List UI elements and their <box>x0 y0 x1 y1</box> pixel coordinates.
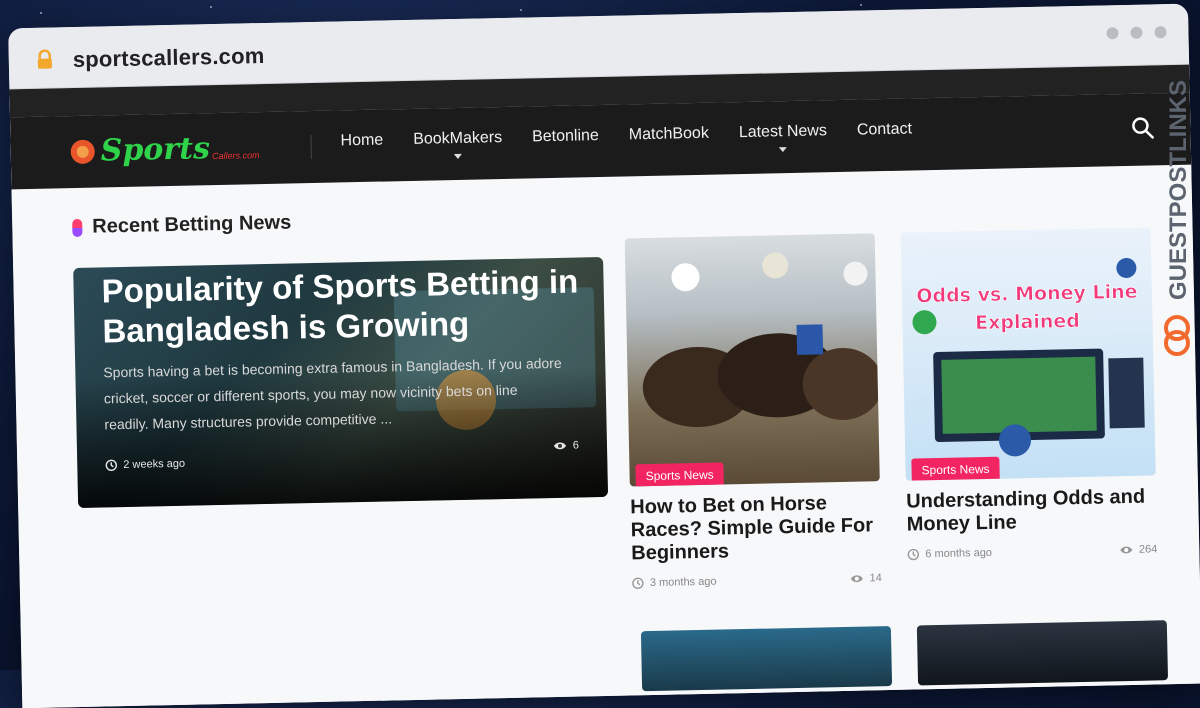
nav-menu: Home BookMakers Betonline MatchBook Late… <box>340 120 913 160</box>
window-dot[interactable] <box>1154 26 1167 39</box>
eye-icon <box>850 575 863 583</box>
article-title[interactable]: How to Bet on Horse Races? Simple Guide … <box>630 491 881 565</box>
odds-illustration: Odds vs. Money Line Explained <box>912 257 1145 457</box>
featured-article-views: 6 <box>553 439 579 452</box>
logo-subtext: Callers.com <box>211 149 260 161</box>
window-dot[interactable] <box>1130 26 1143 39</box>
clock-icon <box>632 577 644 589</box>
star <box>40 12 42 14</box>
caret-down-icon <box>779 147 788 153</box>
article-card[interactable]: Sports News How to Bet on Horse Races? S… <box>624 233 882 589</box>
horse-racing-illustration <box>642 252 880 427</box>
image-headline: Odds vs. Money Line <box>916 281 1138 308</box>
featured-article-title[interactable]: Popularity of Sports Betting in Banglade… <box>101 261 583 351</box>
eye-icon <box>1119 546 1132 554</box>
featured-article[interactable]: Popularity of Sports Betting in Banglade… <box>73 256 609 508</box>
section-title: Recent Betting News <box>92 211 292 238</box>
caret-down-icon <box>454 153 463 160</box>
watermark-text: GUESTPOSTLINKS <box>1165 80 1192 300</box>
nav-item-label: Latest News <box>738 122 828 142</box>
browser-window: sportscallers.com Sports Callers.com Hom… <box>8 3 1200 708</box>
section-bullet-icon <box>72 218 83 237</box>
logo-text: Sports <box>100 131 211 169</box>
featured-article-excerpt: Sports having a bet is becoming extra fa… <box>103 354 562 433</box>
watermark-logo: GUESTPOSTLINKS <box>1164 80 1192 356</box>
image-headline: Explained <box>975 310 1080 334</box>
nav-item-label: BookMakers <box>413 129 503 148</box>
nav-item-contact[interactable]: Contact <box>857 120 913 139</box>
nav-item-bookmakers[interactable]: BookMakers <box>413 129 503 160</box>
website: Sports Callers.com Home BookMakers Beton… <box>9 64 1200 708</box>
window-controls <box>1106 26 1167 40</box>
views-count: 14 <box>869 572 882 585</box>
article-image[interactable]: Sports News <box>624 233 880 487</box>
time-text: 2 weeks ago <box>123 457 186 472</box>
time-text: 6 months ago <box>925 546 993 561</box>
lock-icon <box>37 49 52 69</box>
nav-divider <box>310 135 312 160</box>
article-card[interactable]: Odds vs. Money Line Explained Sports New… <box>900 227 1157 560</box>
views-count: 6 <box>572 439 580 452</box>
article-views: 14 <box>849 572 882 585</box>
eye-icon <box>553 442 566 450</box>
views-count: 264 <box>1138 543 1158 556</box>
nav-item-betonline[interactable]: Betonline <box>532 127 599 146</box>
article-image[interactable]: Odds vs. Money Line Explained Sports New… <box>900 227 1156 481</box>
star <box>860 4 862 6</box>
window-dot[interactable] <box>1106 27 1119 40</box>
search-icon[interactable] <box>1130 115 1154 139</box>
article-thumbnail[interactable] <box>916 620 1169 686</box>
section-heading: Recent Betting News <box>72 211 291 239</box>
address-bar-url[interactable]: sportscallers.com <box>73 43 265 73</box>
category-badge[interactable]: Sports News <box>635 462 724 487</box>
nav-item-matchbook[interactable]: MatchBook <box>629 125 709 145</box>
star <box>520 9 522 11</box>
star <box>210 6 212 8</box>
nav-item-home[interactable]: Home <box>340 132 383 151</box>
category-badge[interactable]: Sports News <box>911 456 1000 481</box>
featured-article-time: 2 weeks ago <box>105 458 185 472</box>
article-meta: 6 months ago 264 <box>907 543 1157 560</box>
article-thumbnail[interactable] <box>640 626 893 692</box>
article-title[interactable]: Understanding Odds and Money Line <box>906 485 1157 536</box>
time-text: 3 months ago <box>649 575 717 590</box>
site-logo[interactable]: Sports Callers.com <box>70 130 260 169</box>
article-time: 6 months ago <box>907 547 992 561</box>
nav-item-latest-news[interactable]: Latest News <box>738 122 828 153</box>
clock-icon <box>907 548 920 561</box>
article-meta: 3 months ago 14 <box>632 572 882 589</box>
clock-icon <box>105 459 118 471</box>
ball-icon <box>70 139 95 164</box>
article-views: 264 <box>1119 543 1158 556</box>
article-time: 3 months ago <box>632 576 717 590</box>
